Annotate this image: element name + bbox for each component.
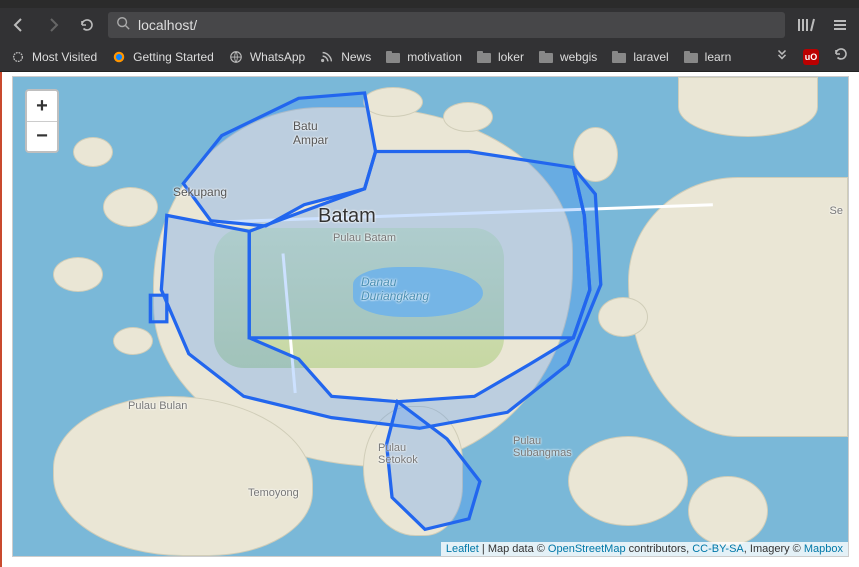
map-island [363, 406, 463, 536]
zoom-control: + − [25, 89, 59, 153]
rss-icon [319, 49, 335, 65]
back-button[interactable] [6, 12, 32, 38]
ccbysa-link[interactable]: CC-BY-SA [692, 543, 744, 555]
ublock-extension-icon[interactable]: uO [803, 49, 819, 65]
map-island [73, 137, 113, 167]
map-island [678, 77, 818, 137]
extension-refresh-icon[interactable] [833, 46, 849, 67]
osm-link[interactable]: OpenStreetMap [548, 543, 626, 555]
map-label-pulau-setokok: Pulau Setokok [378, 442, 418, 466]
bookmark-label: webgis [560, 50, 597, 64]
folder-icon [476, 49, 492, 65]
map-island [628, 177, 848, 437]
map-label-se: Se [830, 205, 843, 217]
map-label-pulau-bulan: Pulau Bulan [128, 400, 187, 412]
bookmark-label: motivation [407, 50, 462, 64]
url-bar[interactable]: localhost/ [108, 12, 785, 38]
reload-button[interactable] [74, 12, 100, 38]
map-island [443, 102, 493, 132]
bookmark-whatsapp[interactable]: WhatsApp [228, 49, 305, 65]
globe-icon [228, 49, 244, 65]
search-icon [116, 16, 130, 35]
bookmark-loker[interactable]: loker [476, 49, 524, 65]
attr-text: contributors, [626, 543, 693, 555]
map-island [103, 187, 158, 227]
map-label-pulau-subangmas: Pulau Subangmas [513, 435, 572, 459]
folder-icon [385, 49, 401, 65]
firefox-icon [111, 49, 127, 65]
map-label-pulau-batam: Pulau Batam [333, 232, 396, 244]
bookmark-label: WhatsApp [250, 50, 305, 64]
library-button[interactable] [793, 12, 819, 38]
bookmark-laravel[interactable]: laravel [611, 49, 668, 65]
page-content: Batu Ampar Sekupang Batam Pulau Batam Da… [0, 72, 859, 567]
forward-button[interactable] [40, 12, 66, 38]
bookmarks-bar: Most Visited Getting Started WhatsApp Ne… [0, 42, 859, 72]
folder-icon [683, 49, 699, 65]
browser-toolbar: localhost/ [0, 8, 859, 42]
attr-text: , Imagery © [744, 543, 804, 555]
map-label-sekupang: Sekupang [173, 185, 227, 199]
hamburger-menu-button[interactable] [827, 12, 853, 38]
map-island [53, 257, 103, 292]
bookmark-most-visited[interactable]: Most Visited [10, 49, 97, 65]
attr-text: | Map data © [479, 543, 548, 555]
map-label-temoyong: Temoyong [248, 487, 299, 499]
leaflet-link[interactable]: Leaflet [446, 543, 479, 555]
map-label-batu-ampar: Batu Ampar [293, 119, 328, 147]
bookmark-label: laravel [633, 50, 668, 64]
bookmark-label: Getting Started [133, 50, 214, 64]
bookmark-label: learn [705, 50, 732, 64]
map-island [688, 476, 768, 546]
zoom-out-button[interactable]: − [27, 121, 57, 151]
map-label-batam: Batam [318, 205, 376, 228]
bookmark-motivation[interactable]: motivation [385, 49, 462, 65]
map-island [568, 436, 688, 526]
url-text: localhost/ [138, 17, 777, 33]
bookmark-label: News [341, 50, 371, 64]
map-island [573, 127, 618, 182]
map-island [363, 87, 423, 117]
leaflet-map[interactable]: Batu Ampar Sekupang Batam Pulau Batam Da… [12, 76, 849, 557]
mapbox-link[interactable]: Mapbox [804, 543, 843, 555]
bookmark-label: loker [498, 50, 524, 64]
bookmarks-overflow-button[interactable] [775, 47, 789, 66]
tab-strip [0, 0, 859, 8]
map-island [598, 297, 648, 337]
map-island [113, 327, 153, 355]
bookmark-label: Most Visited [32, 50, 97, 64]
bookmark-webgis[interactable]: webgis [538, 49, 597, 65]
folder-icon [611, 49, 627, 65]
map-label-danau: Danau Duriangkang [361, 275, 429, 303]
folder-icon [538, 49, 554, 65]
star-icon [10, 49, 26, 65]
bookmark-learn[interactable]: learn [683, 49, 732, 65]
bookmark-getting-started[interactable]: Getting Started [111, 49, 214, 65]
map-attribution: Leaflet | Map data © OpenStreetMap contr… [441, 542, 848, 556]
zoom-in-button[interactable]: + [27, 91, 57, 121]
bookmark-news[interactable]: News [319, 49, 371, 65]
